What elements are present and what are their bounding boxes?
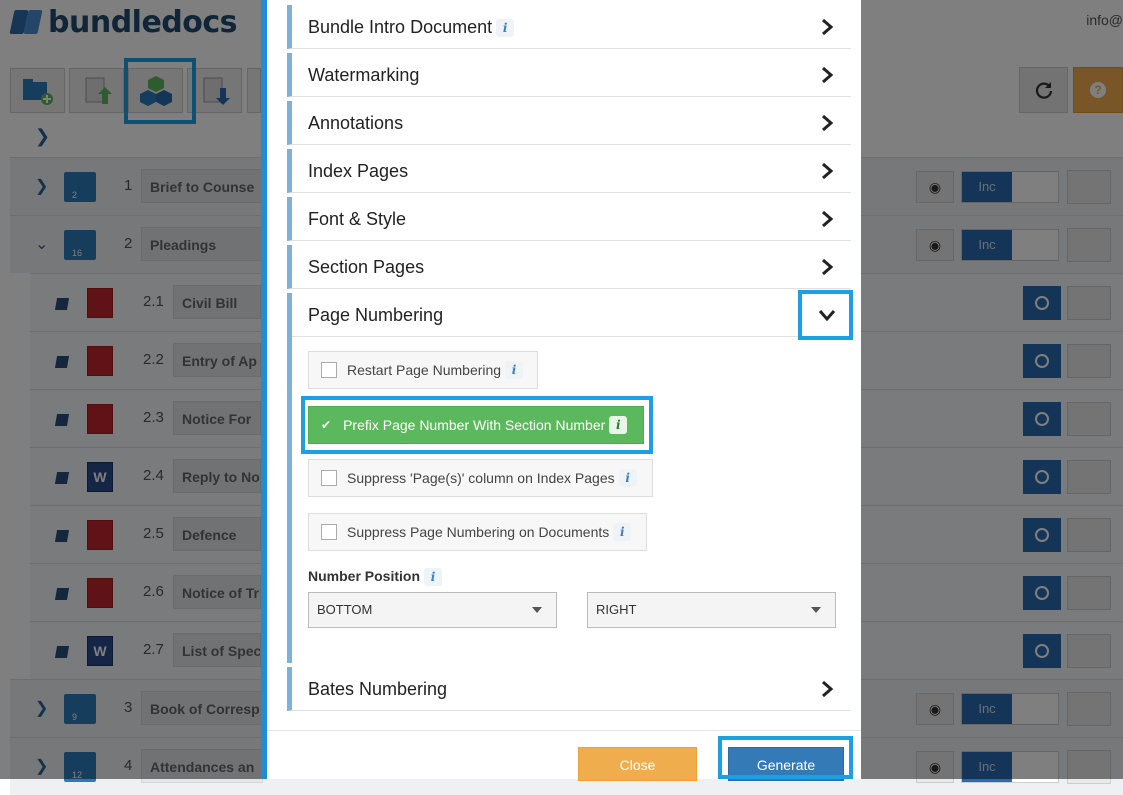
section-title: Font & Style <box>308 209 407 229</box>
horizontal-position-select[interactable]: RIGHT <box>587 592 836 628</box>
checkbox-box <box>321 524 337 540</box>
chevron-right-icon <box>822 114 834 132</box>
option-label: Restart Page Numbering <box>347 362 502 378</box>
select-value: BOTTOM <box>317 602 373 617</box>
suppress-pages-column-checkbox[interactable]: Suppress 'Page(s)' column on Index Pages… <box>308 459 653 497</box>
section-title: Bundle Intro Document <box>308 17 493 37</box>
section-title: Watermarking <box>308 65 420 85</box>
info-icon[interactable]: i <box>424 568 443 587</box>
prefix-page-number-checkbox[interactable]: ✔ Prefix Page Number With Section Number… <box>308 406 644 444</box>
select-value: RIGHT <box>596 602 637 617</box>
option-label: Prefix Page Number With Section Number <box>343 417 606 433</box>
section-page-numbering[interactable]: Page Numbering <box>287 293 851 337</box>
chevron-right-icon <box>822 210 834 228</box>
section-title: Section Pages <box>308 257 425 277</box>
caret-down-icon <box>532 607 542 613</box>
modal-footer: Close Generate <box>267 730 861 781</box>
section-font-style[interactable]: Font & Style <box>287 197 851 241</box>
suppress-page-numbering-checkbox[interactable]: Suppress Page Numbering on Documents i <box>308 513 647 551</box>
generate-button[interactable]: Generate <box>728 747 844 781</box>
chevron-right-icon <box>822 66 834 84</box>
chevron-right-icon <box>822 680 834 698</box>
close-button[interactable]: Close <box>578 747 697 781</box>
option-label: Suppress Page Numbering on Documents <box>347 524 610 540</box>
generate-options-modal: Bundle Intro Document i Watermarking Anno… <box>261 0 861 781</box>
restart-page-numbering-checkbox[interactable]: Restart Page Numbering i <box>308 351 538 389</box>
chevron-right-icon <box>822 18 834 36</box>
checkbox-box <box>321 470 337 486</box>
section-bates-numbering[interactable]: Bates Numbering <box>287 667 851 711</box>
option-label: Suppress 'Page(s)' column on Index Pages <box>347 470 615 486</box>
section-bundle-intro-document[interactable]: Bundle Intro Document i <box>287 5 851 49</box>
chevron-right-icon <box>822 162 834 180</box>
section-title: Annotations <box>308 113 404 133</box>
info-icon[interactable]: i <box>609 416 628 434</box>
chevron-right-icon <box>822 258 834 276</box>
info-icon[interactable]: i <box>618 469 637 487</box>
page-numbering-panel: Restart Page Numbering i ✔ Prefix Page N… <box>287 335 851 663</box>
section-title: Bates Numbering <box>308 679 448 699</box>
info-icon[interactable]: i <box>613 523 632 541</box>
section-watermarking[interactable]: Watermarking <box>287 53 851 97</box>
section-index-pages[interactable]: Index Pages <box>287 149 851 193</box>
section-section-pages[interactable]: Section Pages <box>287 245 851 289</box>
caret-down-icon <box>811 607 821 613</box>
section-annotations[interactable]: Annotations <box>287 101 851 145</box>
info-icon[interactable]: i <box>505 361 524 379</box>
checkbox-box <box>321 362 337 378</box>
section-title: Page Numbering <box>308 305 444 325</box>
check-icon: ✔ <box>321 418 332 432</box>
vertical-position-select[interactable]: BOTTOM <box>308 592 557 628</box>
section-title: Index Pages <box>308 161 409 181</box>
chevron-down-icon <box>818 310 836 322</box>
number-position-label: Number Position i <box>308 568 443 587</box>
info-icon[interactable]: i <box>496 19 515 38</box>
